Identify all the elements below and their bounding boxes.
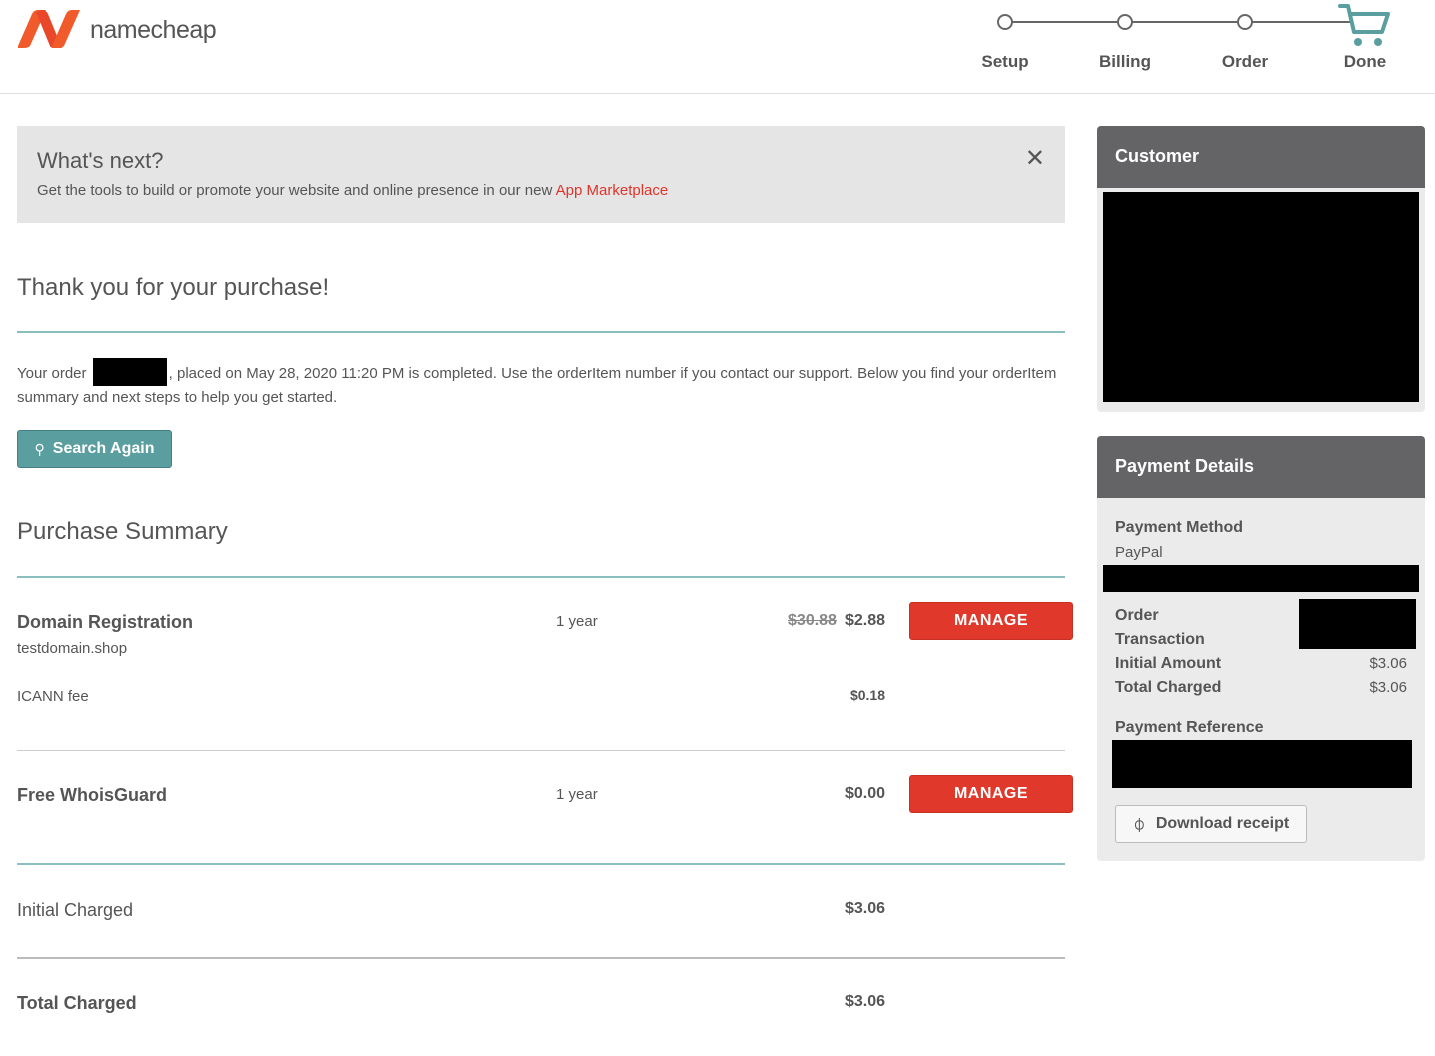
header: namecheap Setup Billing Order Done: [0, 0, 1435, 94]
search-icon: ⚲: [34, 440, 45, 457]
fee-label: ICANN fee: [17, 688, 89, 705]
manage-button[interactable]: MANAGE: [909, 775, 1073, 813]
payment-method-label: Payment Method: [1115, 519, 1244, 536]
payment-heading: Payment Details: [1097, 436, 1425, 498]
notice-body: Get the tools to build or promote your w…: [37, 182, 556, 199]
redacted-order-number: [92, 358, 167, 386]
divider: [17, 331, 1065, 333]
download-receipt-label: Download receipt: [1155, 815, 1290, 832]
step-dot-setup: [997, 14, 1013, 30]
purchase-summary-heading: Purchase Summary: [17, 518, 228, 545]
redacted-payment-reference: [1112, 740, 1412, 788]
divider: [17, 750, 1065, 751]
search-again-label: Search Again: [52, 440, 155, 457]
divider: [17, 576, 1065, 578]
total-charged-value: $3.06: [1369, 679, 1407, 696]
initial-amount-value: $3.06: [1369, 655, 1407, 672]
payment-reference-label: Payment Reference: [1115, 719, 1264, 736]
download-receipt-button[interactable]: ⏀ Download receipt: [1115, 805, 1307, 843]
redacted-customer-info: [1103, 192, 1419, 402]
logo-text: namecheap: [90, 15, 217, 44]
item-old-price: $30.88: [788, 612, 837, 629]
divider: [17, 863, 1065, 865]
order-confirmation-text: Your order , placed on May 28, 2020 11:2…: [17, 358, 1057, 410]
item-domain: testdomain.shop: [17, 640, 128, 657]
fee-value: $0.18: [849, 687, 885, 703]
payment-details-panel: Payment Details Payment Method PayPal Or…: [1097, 436, 1425, 861]
step-setup: Setup: [981, 52, 1029, 71]
initial-amount-label: Initial Amount: [1115, 655, 1222, 672]
cart-icon: [1338, 4, 1390, 46]
item-price: $30.88 $2.88: [788, 612, 885, 630]
step-dot-order: [1237, 14, 1253, 30]
item-term: 1 year: [556, 613, 598, 630]
item-term: 1 year: [556, 786, 598, 803]
namecheap-logo-icon: [18, 10, 80, 48]
total-charged-value: $3.06: [844, 993, 885, 1010]
order-label: Order: [1115, 607, 1159, 624]
step-order: Order: [1221, 52, 1269, 71]
close-icon[interactable]: ✕: [1025, 144, 1045, 173]
app-marketplace-link[interactable]: App Marketplace: [556, 182, 669, 199]
total-charged-label: Total Charged: [1115, 679, 1222, 696]
step-dot-billing: [1117, 14, 1133, 30]
total-charged-label: Total Charged: [17, 993, 137, 1013]
initial-charged-label: Initial Charged: [17, 900, 134, 920]
order-prefix: Your order: [17, 365, 91, 382]
notice-text: Get the tools to build or promote your w…: [37, 182, 1045, 199]
thanks-heading: Thank you for your purchase!: [17, 274, 330, 301]
logo[interactable]: namecheap: [16, 10, 217, 48]
item-new-price: $2.88: [844, 612, 885, 629]
item-title: Free WhoisGuard: [17, 785, 168, 805]
customer-panel: Customer: [1097, 126, 1425, 412]
redacted-order-transaction: [1299, 599, 1416, 649]
order-suffix: , placed on May 28, 2020 11:20 PM is com…: [17, 365, 1057, 406]
step-done: Done: [1343, 52, 1387, 71]
search-again-button[interactable]: ⚲ Search Again: [17, 430, 172, 468]
payment-method-value: PayPal: [1115, 544, 1163, 561]
progress-line: [1005, 21, 1350, 23]
step-billing: Billing: [1099, 52, 1151, 71]
initial-charged-value: $3.06: [844, 900, 885, 917]
checkout-progress: Setup Billing Order Done: [970, 4, 1400, 86]
download-icon: ⏀: [1132, 817, 1146, 833]
notice-title: What's next?: [37, 148, 164, 173]
transaction-label: Transaction: [1115, 631, 1205, 648]
item-title: Domain Registration: [17, 612, 194, 632]
item-price: $0.00: [844, 785, 885, 802]
whats-next-notice: What's next? Get the tools to build or p…: [17, 126, 1065, 223]
manage-button[interactable]: MANAGE: [909, 602, 1073, 640]
customer-heading: Customer: [1097, 126, 1425, 188]
divider: [17, 957, 1065, 959]
redacted-payment-account: [1103, 565, 1419, 592]
